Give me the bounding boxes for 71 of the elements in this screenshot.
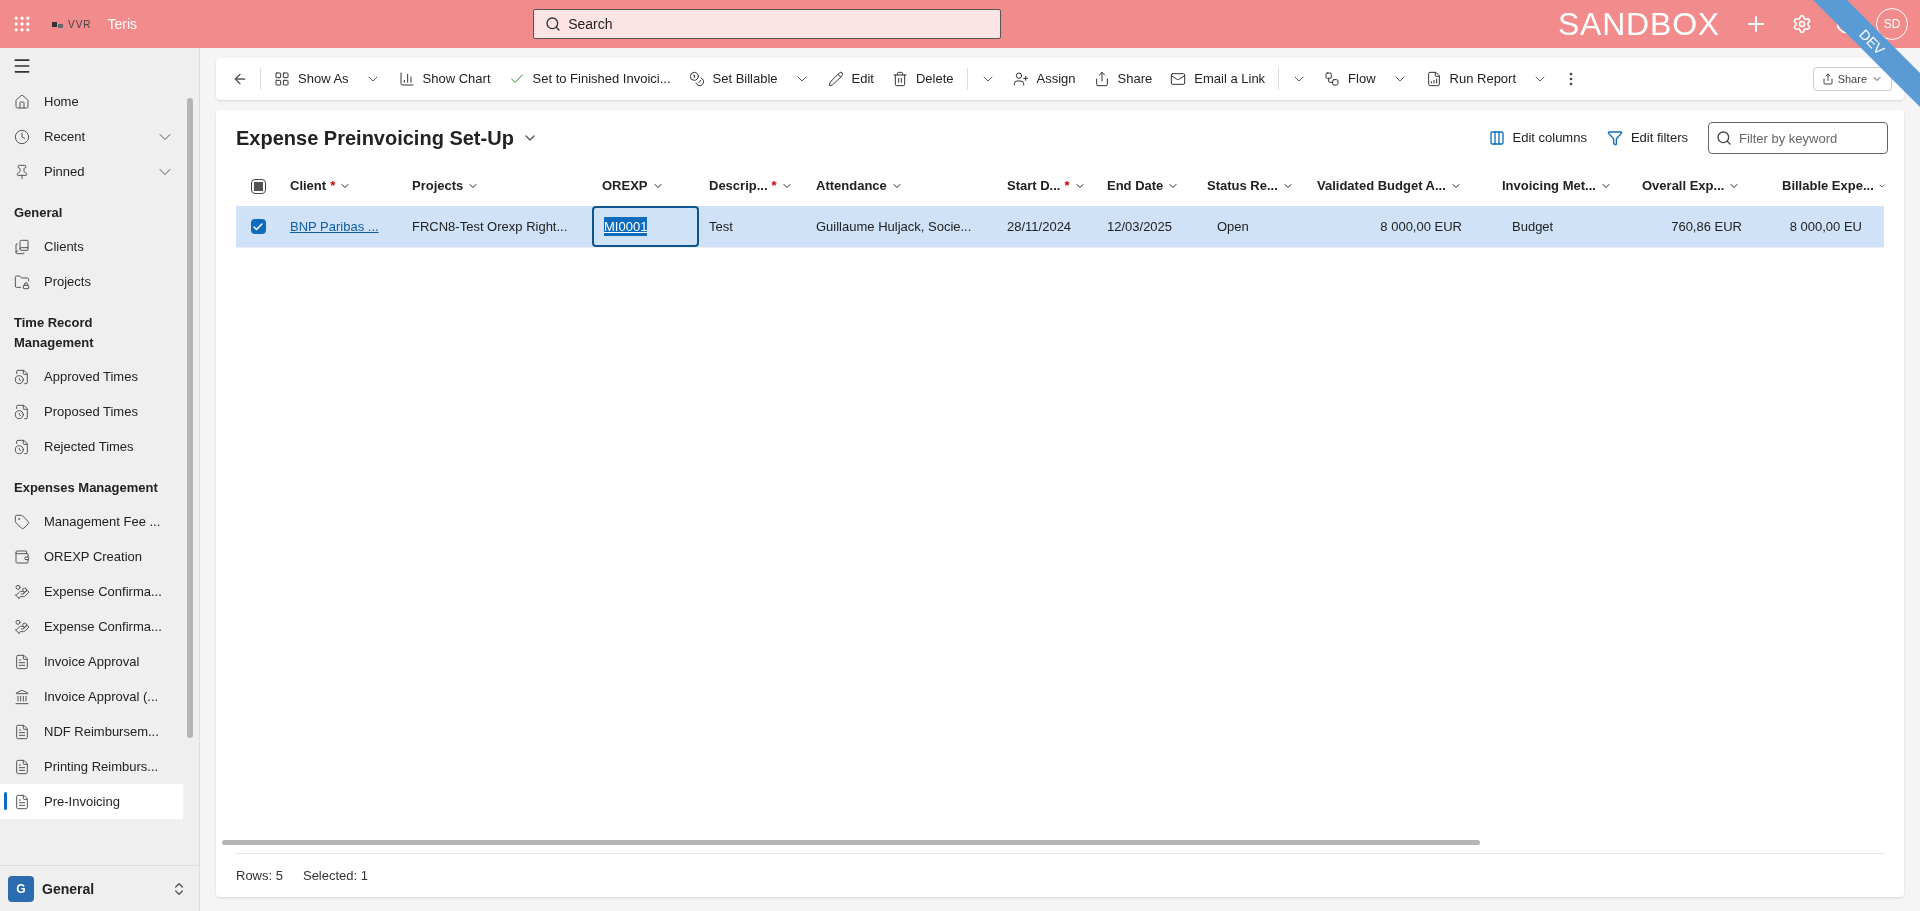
nav-item[interactable]: OREXP Creation <box>0 539 183 574</box>
nav-item[interactable]: Invoice Approval (... <box>0 679 183 714</box>
view-selector[interactable]: Expense Preinvoicing Set-Up <box>236 123 538 153</box>
table-cell[interactable]: MI0001 <box>604 216 648 237</box>
column-header[interactable]: Status Re... <box>1207 176 1278 196</box>
toolbar-button[interactable]: Set to Finished Invoici... <box>499 63 680 95</box>
nav-item[interactable]: Projects <box>0 264 183 299</box>
toolbar-button[interactable]: Email a Link <box>1161 63 1275 95</box>
toolbar-button[interactable]: Share <box>1084 63 1162 95</box>
table-cell-text: Open <box>1216 217 1249 236</box>
edit-filters-button[interactable]: Edit filters <box>1606 128 1688 148</box>
toolbar-button[interactable]: Edit <box>818 63 883 95</box>
column-header[interactable]: Overall Exp... <box>1642 176 1725 196</box>
column-header[interactable]: OREXP <box>602 176 648 196</box>
toolbar-button[interactable]: Flow <box>1315 63 1417 95</box>
column-header[interactable]: Attendance <box>816 176 887 196</box>
nav-item[interactable]: NDF Reimbursem... <box>0 714 183 749</box>
toolbar-button[interactable]: Show Chart <box>389 63 500 95</box>
nav-item[interactable]: Proposed Times <box>0 394 183 429</box>
column-header[interactable]: Descrip... <box>709 176 768 196</box>
column-header[interactable]: Projects <box>412 176 464 196</box>
required-asterisk: * <box>1064 177 1070 196</box>
toolbar-button[interactable]: Show As <box>265 63 390 95</box>
row-count: Rows: 5 <box>236 866 283 885</box>
edit-columns-button[interactable]: Edit columns <box>1488 128 1587 148</box>
column-header[interactable]: Invoicing Met... <box>1502 176 1596 196</box>
table-cell-text: Budget <box>1511 217 1554 236</box>
nav-item[interactable]: Management Fee ... <box>0 504 183 539</box>
table-row[interactable]: BNP Paribas ... FRCN8-Test Orexp Right... MI0001 Test Guillaume Huljack, Socie... 28/11/2024 12/03/2025 Open 8 000,00 EUR Budget 760,86 EUR 8 000,00 EU <box>236 206 1884 248</box>
environment-label: SANDBOX <box>1557 5 1720 44</box>
nav-item[interactable]: Pinned <box>0 154 183 189</box>
required-asterisk: * <box>771 177 777 196</box>
required-asterisk: * <box>330 177 336 196</box>
nav-item[interactable]: Recent <box>0 119 183 154</box>
nav-item[interactable]: Printing Reimburs... <box>0 749 183 784</box>
toolbar-button[interactable]: Assign <box>1003 63 1085 95</box>
selected-count: Selected: 1 <box>302 866 368 885</box>
table-cell-text: 28/11/2024 <box>1007 217 1072 236</box>
group-heading: General <box>13 204 64 222</box>
table-cell-text: 760,86 EUR <box>1671 217 1742 236</box>
nav-item[interactable]: Invoice Approval <box>0 644 183 679</box>
toolbar-button[interactable]: Delete <box>883 63 963 95</box>
table-cell-text: 12/03/2025 <box>1107 217 1173 236</box>
keyword-filter-field[interactable]: Filter by keyword <box>1708 122 1888 154</box>
share-button[interactable]: Share <box>1812 67 1892 91</box>
nav-item[interactable]: Expense Confirma... <box>0 574 183 609</box>
area-badge: G <box>8 875 34 902</box>
table-cell-text: FRCN8-Test Orexp Right... <box>412 217 568 236</box>
search-field[interactable]: Search <box>533 9 1002 39</box>
client-link[interactable]: BNP Paribas ... <box>290 216 379 237</box>
area-switcher[interactable]: G General <box>0 865 199 911</box>
toolbar-button[interactable]: Run Report <box>1416 63 1558 95</box>
table-cell-text: 8 000,00 EUR <box>1380 217 1462 236</box>
nav-item[interactable]: Clients <box>0 229 183 264</box>
nav-item[interactable]: Pre-Invoicing <box>0 784 183 819</box>
column-header[interactable]: Validated Budget A... <box>1317 176 1446 196</box>
nav-item[interactable]: Approved Times <box>0 359 183 394</box>
column-header[interactable]: Billable Expe... <box>1782 176 1874 196</box>
table-cell-text: Guillaume Huljack, Socie... <box>816 217 972 236</box>
column-header[interactable]: Client <box>290 176 327 196</box>
column-header[interactable]: End Date <box>1107 176 1164 196</box>
nav-item[interactable]: Expense Confirma... <box>0 609 183 644</box>
toolbar-button[interactable]: Set Billable <box>679 63 819 95</box>
table-cell-text: 8 000,00 EU <box>1789 217 1862 236</box>
nav-item[interactable]: Home <box>0 84 183 119</box>
nav-item[interactable]: Rejected Times <box>0 429 183 464</box>
column-header[interactable]: Start D... <box>1007 176 1061 196</box>
table-cell-text: Test <box>709 217 733 236</box>
logo-text: VVR <box>68 17 92 32</box>
group-heading: Expenses Management <box>13 479 159 497</box>
group-heading: Time Record Management <box>13 314 95 352</box>
